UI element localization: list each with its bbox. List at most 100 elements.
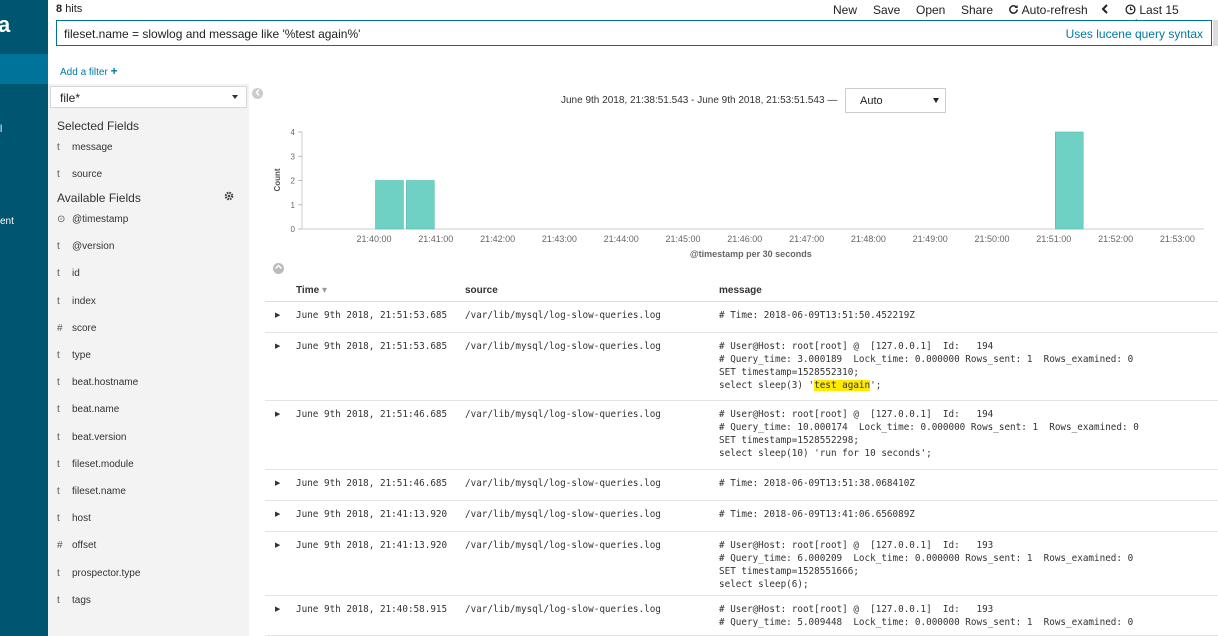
index-pattern-value: file* [60,91,81,105]
new-button[interactable]: New [833,3,857,17]
cell-message: # User@Host: root[root] @ [127.0.0.1] Id… [719,340,1133,392]
field-name: index [72,295,96,307]
field-name: @version [72,241,115,253]
histogram-bar[interactable] [406,180,435,230]
clock-icon [1125,4,1136,15]
x-tick-label: 21:52:00 [1098,234,1133,244]
expand-row-icon[interactable]: ▶ [275,410,280,418]
query-input[interactable]: fileset.name = slowlog and message like … [56,20,1212,46]
chevron-left-icon [1101,4,1108,14]
cell-message: # User@Host: root[root] @ [127.0.0.1] Id… [719,604,1134,628]
field-type-icon: t [57,295,60,307]
index-pattern-select[interactable]: file* [50,86,247,108]
field-item-beat-name[interactable]: t beat.name [57,404,119,418]
field-name: host [72,513,91,525]
kibana-logo: a [0,12,11,37]
histogram-bar[interactable] [1054,131,1084,230]
table-row: ▶ June 9th 2018, 21:51:46.685/var/lib/mys… [265,401,1218,470]
nav-item-visualize[interactable]: l [0,124,2,135]
cell-source: /var/lib/mysql/log-slow-queries.log [465,409,661,420]
field-item-score[interactable]: # score [57,323,96,337]
field-item-tags[interactable]: t tags [57,595,91,609]
available-fields-heading: Available Fields [57,191,141,205]
lucene-syntax-link[interactable]: Uses lucene query syntax [1066,27,1203,41]
field-item-fileset-name[interactable]: t fileset.name [57,486,126,500]
table-row: ▶ June 9th 2018, 21:40:58.915/var/lib/mys… [265,596,1218,636]
cell-source: /var/lib/mysql/log-slow-queries.log [465,341,661,352]
x-tick-label: 21:47:00 [789,234,824,244]
expand-row-icon[interactable]: ▶ [275,605,280,613]
message-text: # User@Host: root[root] @ [127.0.0.1] Id… [719,341,1134,391]
field-item-type[interactable]: t type [57,350,91,364]
expand-row-icon[interactable]: ▶ [275,510,280,518]
query-submit-button[interactable] [1213,20,1218,46]
field-type-icon: t [57,241,60,253]
cell-time: June 9th 2018, 21:40:58.915 [296,604,448,615]
caret-down-icon [232,95,238,99]
cell-source: /var/lib/mysql/log-slow-queries.log [465,478,661,489]
x-tick-label: 21:51:00 [1036,234,1071,244]
save-button[interactable]: Save [873,3,900,17]
field-type-icon: t [57,142,60,153]
histogram-bar[interactable] [375,180,404,230]
time-column-header[interactable]: Time ▾ [296,285,327,296]
auto-refresh-label: Auto-refresh [1021,3,1088,17]
field-name: message [72,142,113,153]
table-row: ▶ June 9th 2018, 21:41:13.920/var/lib/mys… [265,532,1218,596]
field-item-version[interactable]: t @version [57,241,114,255]
nav-item-discover[interactable] [0,54,48,84]
expand-row-icon[interactable]: ▶ [275,541,280,549]
collapse-histogram-button[interactable] [273,263,284,274]
auto-refresh-button[interactable]: Auto-refresh [1008,3,1088,17]
field-item-timestamp[interactable]: ⊙ @timestamp [57,214,128,228]
caret-down-icon [933,98,939,103]
cell-time: June 9th 2018, 21:41:13.920 [296,509,448,520]
y-tick-label: 0 [291,225,296,234]
cell-message: # User@Host: root[root] @ [127.0.0.1] Id… [719,409,1139,459]
table-header: Time ▾ source message [265,278,1218,302]
interval-value: Auto [860,95,883,107]
field-name: @timestamp [72,214,129,225]
field-item-beat-version[interactable]: t beat.version [57,432,126,446]
gear-icon[interactable] [224,191,234,204]
field-name: fileset.name [72,486,126,497]
interval-select[interactable]: Auto [845,88,946,113]
field-type-icon: ⊙ [57,214,66,225]
source-column-header[interactable]: source [465,285,498,296]
expand-row-icon[interactable]: ▶ [275,479,280,487]
field-item-host[interactable]: t host [57,513,91,527]
field-item-message[interactable]: t message [57,142,113,156]
x-tick-label: 21:41:00 [418,234,453,244]
table-row: ▶ June 9th 2018, 21:51:53.685/var/lib/mys… [265,302,1218,333]
x-tick-label: 21:48:00 [851,234,886,244]
collapse-sidebar-button[interactable] [252,88,263,99]
field-type-icon: t [57,268,60,280]
y-axis-label: Count [273,168,282,191]
plus-icon: + [110,64,118,78]
field-item-beat-hostname[interactable]: t beat.hostname [57,377,138,391]
field-type-icon: t [57,594,60,606]
field-item-prospector-type[interactable]: t prospector.type [57,568,140,582]
field-type-icon: t [57,377,60,389]
histogram-chart: 0 1 2 3 4 21:40:00 21:41:00 21:42:00 21:43:00 21:… [273,128,1204,259]
nav-item-management[interactable]: ent [0,216,14,227]
expand-row-icon[interactable]: ▶ [275,311,280,319]
x-tick-label: 21:40:00 [356,234,391,244]
share-button[interactable]: Share [961,3,993,17]
field-type-icon: t [57,169,60,180]
field-item-offset[interactable]: # offset [57,540,96,554]
time-header-label: Time [296,285,320,296]
field-name: score [72,322,97,334]
open-button[interactable]: Open [916,3,945,17]
add-filter-link[interactable]: Add a filter + [60,64,118,78]
field-item-id[interactable]: t id [57,268,80,282]
expand-row-icon[interactable]: ▶ [275,342,280,350]
field-item-source[interactable]: t source [57,169,102,183]
message-column-header[interactable]: message [719,285,762,296]
field-type-icon: # [57,322,63,334]
field-type-icon: # [57,540,63,552]
field-item-index[interactable]: t index [57,296,96,310]
time-back-button[interactable] [1101,3,1109,17]
field-item-fileset-module[interactable]: t fileset.module [57,459,134,473]
sort-desc-icon[interactable]: ▾ [322,285,327,296]
